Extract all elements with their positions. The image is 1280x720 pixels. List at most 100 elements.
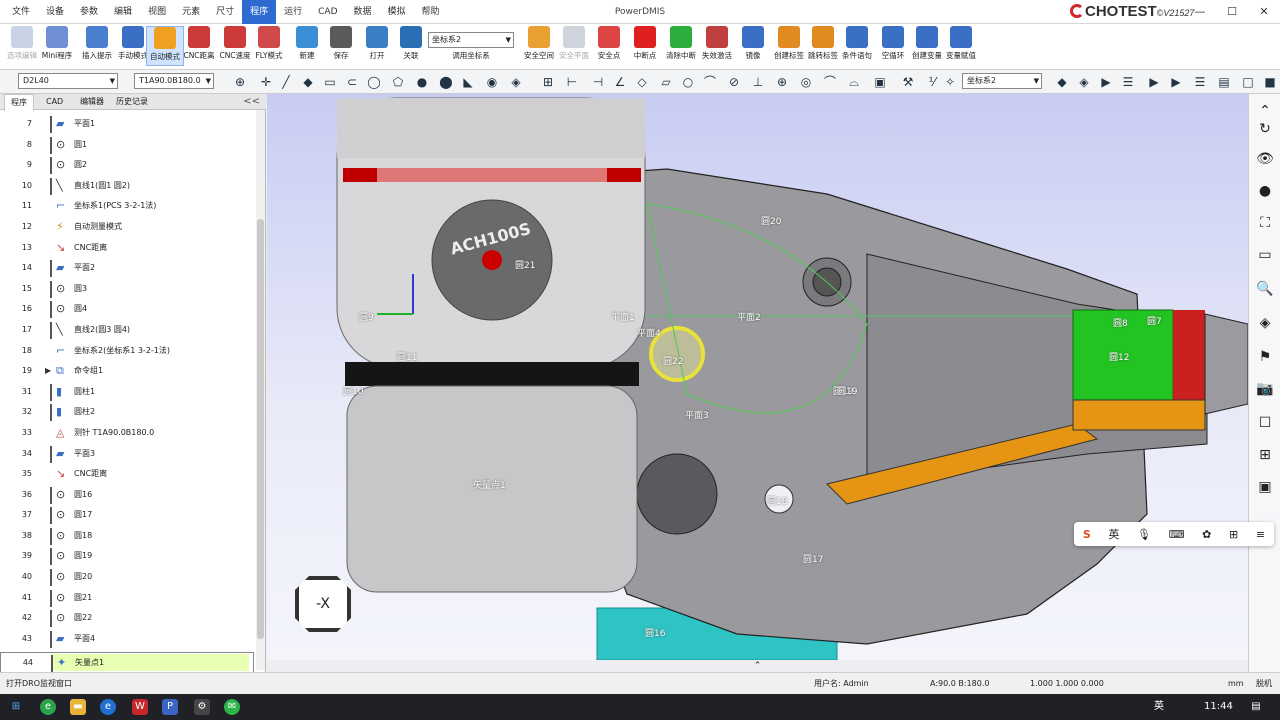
tree-row[interactable]: 36 ⊙ 圆16: [0, 485, 254, 506]
ribbon-button-2[interactable]: 插入提示: [78, 26, 116, 61]
tree-row[interactable]: 37 ⊙ 圆17: [0, 505, 254, 526]
parallel-icon[interactable]: ▱: [658, 74, 674, 90]
coordinate-select[interactable]: 坐标系2 ▼: [962, 73, 1042, 89]
tree-row[interactable]: 15 ⊙ 圆3: [0, 279, 254, 300]
expand-bottom-icon[interactable]: ⌃: [267, 660, 1248, 672]
window-icon[interactable]: ⊞: [1256, 446, 1274, 464]
probe-tool-icon[interactable]: ⚒: [900, 74, 916, 90]
tree-row[interactable]: 11 ⌐ 坐标系1(PCS 3-2-1法): [0, 196, 254, 217]
ribbon-button-6[interactable]: CNC速度: [216, 26, 254, 61]
tree-row[interactable]: 14 ▰ 平面2: [0, 258, 254, 279]
tree-row[interactable]: 42 ⊙ 圆22: [0, 608, 254, 629]
cnc-icon[interactable]: ▣: [872, 74, 888, 90]
menu-5[interactable]: 元素: [174, 0, 208, 24]
sphere-tool-icon[interactable]: ●: [414, 74, 430, 90]
ribbon-button-0[interactable]: 选项编辑: [3, 26, 41, 61]
tray-ime[interactable]: 英: [1154, 694, 1164, 720]
feature-label[interactable]: 圆21: [515, 258, 535, 271]
flag-icon[interactable]: ⚑: [1256, 348, 1274, 366]
ribbon-button-9[interactable]: 保存: [322, 26, 360, 61]
tree-row[interactable]: 17 ╲ 直线2(圆3 圆4): [0, 320, 254, 341]
feature-label[interactable]: 圆22: [663, 354, 683, 367]
feature-label[interactable]: 平面1: [611, 310, 635, 323]
fit-view-icon[interactable]: ⛶: [1256, 214, 1274, 232]
diamond-icon[interactable]: ◇: [634, 74, 650, 90]
ribbon-button-22[interactable]: 条件语句: [838, 26, 876, 61]
tab-program[interactable]: 程序: [4, 94, 34, 111]
eye-icon[interactable]: 👁: [1256, 150, 1274, 168]
zoom-box-icon[interactable]: ▭: [1256, 246, 1274, 264]
feature-label[interactable]: 圆20: [761, 214, 781, 227]
tree-row[interactable]: 13 ↘ CNC距离: [0, 238, 254, 259]
run-icon[interactable]: ▶: [1098, 74, 1114, 90]
dro-icon[interactable]: ▣: [1256, 478, 1274, 496]
plane-tool-icon[interactable]: ◆: [300, 74, 316, 90]
menu-7[interactable]: 程序: [242, 0, 277, 24]
tree-row[interactable]: 33 ◬ 测针 T1A90.0B180.0: [0, 423, 254, 444]
slot-tool-icon[interactable]: ⊂: [344, 74, 360, 90]
folder-icon[interactable]: ▬: [70, 699, 86, 715]
browser-icon[interactable]: e: [40, 699, 56, 715]
rect-tool-icon[interactable]: ▭: [322, 74, 338, 90]
ribbon-button-21[interactable]: 跳转标签: [804, 26, 842, 61]
ribbon-button-7[interactable]: FLY模式: [250, 26, 288, 61]
feature-label[interactable]: 圆12: [1109, 350, 1129, 363]
tool-icon[interactable]: ⚙: [194, 699, 210, 715]
tree-row[interactable]: 18 ⌐ 坐标系2(坐标系1 3-2-1法): [0, 341, 254, 362]
crosshair2-icon[interactable]: ⊞: [540, 74, 556, 90]
cube-view-icon[interactable]: ◈: [1256, 314, 1274, 332]
skin-icon[interactable]: ✿: [1202, 528, 1211, 541]
feature-label[interactable]: 圆17: [803, 552, 823, 565]
ribbon-button-1[interactable]: Mini程序: [38, 26, 76, 61]
coord-icon[interactable]: ◆: [1054, 74, 1070, 90]
feature-label[interactable]: 圆7: [1147, 314, 1162, 327]
feature-label[interactable]: 平面3: [685, 408, 709, 421]
ribbon-coordinate-select[interactable]: 坐标系2: [428, 32, 514, 48]
target-icon[interactable]: ⊕: [232, 74, 248, 90]
polygon-tool-icon[interactable]: ⬠: [390, 74, 406, 90]
cylinder-tool-icon[interactable]: ⬤: [438, 74, 454, 90]
ribbon-button-25[interactable]: 变量赋值: [942, 26, 980, 61]
tree-row[interactable]: 7 ▰ 平面1: [0, 114, 254, 135]
crosshair-icon[interactable]: ✛: [258, 74, 274, 90]
line-tool-icon[interactable]: ╱: [278, 74, 294, 90]
ellipse-tool-icon[interactable]: ◯: [366, 74, 382, 90]
list-run-icon[interactable]: ☰: [1120, 74, 1136, 90]
ribbon-button-11[interactable]: 关联: [392, 26, 430, 61]
ime-language[interactable]: 英: [1108, 526, 1119, 542]
comment-icon[interactable]: ☐: [1256, 414, 1274, 432]
circle-tool-icon[interactable]: ○: [680, 74, 696, 90]
ribbon-button-13[interactable]: 安全空间: [520, 26, 558, 61]
tree-row[interactable]: 40 ⊙ 圆20: [0, 567, 254, 588]
feature-label[interactable]: 圆11: [397, 350, 417, 363]
ribbon-button-15[interactable]: 安全点: [590, 26, 628, 61]
tree-row[interactable]: 9 ⊙ 圆2: [0, 155, 254, 176]
tree-row[interactable]: 12 ⚡ 自动测量模式: [0, 217, 254, 238]
menu-0[interactable]: 文件: [4, 0, 38, 24]
feature-label[interactable]: 圆19: [837, 384, 857, 397]
tab-cad[interactable]: CAD: [40, 94, 69, 110]
probe-select[interactable]: D2L40 ▼: [18, 73, 118, 89]
ribbon-button-8[interactable]: 新建: [288, 26, 326, 61]
feature-label[interactable]: 圆18: [767, 494, 787, 507]
box-icon[interactable]: □: [1240, 74, 1256, 90]
tree-scrollbar-thumb[interactable]: [257, 219, 264, 639]
cad-viewport[interactable]: ACH100S 圆20 圆21 圆19 圆9 平面1 平面2 平面4 圆22 圆11 圆10 平面3…: [267, 94, 1248, 660]
tree-row[interactable]: 43 ▰ 平面4: [0, 629, 254, 650]
ribbon-button-4[interactable]: 自动模式: [146, 26, 184, 66]
wps-icon[interactable]: W: [132, 699, 148, 715]
notification-icon[interactable]: ▤: [1248, 699, 1264, 715]
tree-row[interactable]: 35 ↘ CNC距离: [0, 464, 254, 485]
menu-3[interactable]: 编辑: [106, 0, 140, 24]
width-icon[interactable]: ⊢: [564, 74, 580, 90]
cube-icon[interactable]: ◈: [1076, 74, 1092, 90]
ribbon-button-5[interactable]: CNC距离: [180, 26, 218, 61]
ccc-icon[interactable]: ✧: [942, 74, 958, 90]
surface-icon[interactable]: ⌓: [846, 74, 862, 90]
tree-row[interactable]: 34 ▰ 平面3: [0, 444, 254, 465]
list-icon[interactable]: ☰: [1192, 74, 1208, 90]
box-tool-icon[interactable]: ◈: [508, 74, 524, 90]
powerdmis-taskbar-icon[interactable]: P: [162, 699, 178, 715]
sphere-view-icon[interactable]: ●: [1256, 182, 1274, 200]
menu-2[interactable]: 参数: [72, 0, 106, 24]
